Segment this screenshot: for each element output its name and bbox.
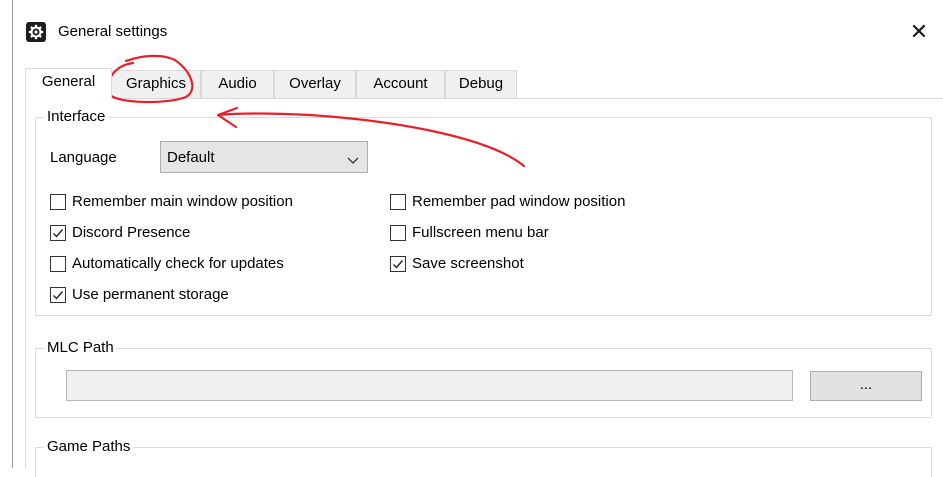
checkbox-label: Remember pad window position bbox=[412, 193, 626, 210]
checkbox-label: Use permanent storage bbox=[72, 286, 229, 303]
title-bar: General settings ✕ bbox=[13, 0, 943, 44]
checkmark-icon bbox=[53, 229, 64, 238]
tab-audio[interactable]: Audio bbox=[201, 70, 274, 98]
checkbox-label: Discord Presence bbox=[72, 224, 191, 241]
window-title: General settings bbox=[58, 23, 168, 40]
interface-group-title: Interface bbox=[44, 107, 109, 127]
checkmark-icon bbox=[53, 291, 64, 300]
settings-window: General settings ✕ General Graphics Audi… bbox=[12, 0, 943, 477]
gear-icon bbox=[26, 22, 46, 42]
checkbox-label: Fullscreen menu bar bbox=[412, 224, 549, 241]
mlc-path-input[interactable] bbox=[66, 370, 793, 401]
checkbox-box bbox=[390, 256, 406, 272]
language-select-value: Default bbox=[167, 149, 215, 166]
checkbox-box bbox=[50, 194, 66, 210]
checkbox-box bbox=[50, 225, 66, 241]
close-icon[interactable]: ✕ bbox=[901, 18, 937, 46]
tab-graphics[interactable]: Graphics bbox=[111, 70, 201, 98]
tab-account[interactable]: Account bbox=[356, 70, 445, 98]
language-label: Language bbox=[50, 149, 117, 166]
tab-general[interactable]: General bbox=[25, 68, 112, 99]
checkbox-box bbox=[50, 287, 66, 303]
checkbox-label: Automatically check for updates bbox=[72, 255, 284, 272]
checkbox-box bbox=[50, 256, 66, 272]
language-select[interactable]: Default bbox=[160, 141, 368, 173]
checkbox-box bbox=[390, 194, 406, 210]
browse-button[interactable]: ... bbox=[810, 371, 922, 401]
mlc-path-group-title: MLC Path bbox=[44, 338, 117, 358]
tab-debug[interactable]: Debug bbox=[445, 70, 517, 98]
checkbox-box bbox=[390, 225, 406, 241]
tab-overlay[interactable]: Overlay bbox=[274, 70, 356, 98]
game-paths-group: Game Paths bbox=[35, 437, 932, 477]
checkbox-label: Remember main window position bbox=[72, 193, 293, 210]
checkbox-label: Save screenshot bbox=[412, 255, 524, 272]
chevron-down-icon bbox=[347, 152, 359, 169]
checkmark-icon bbox=[393, 260, 404, 269]
game-paths-group-title: Game Paths bbox=[44, 437, 134, 457]
